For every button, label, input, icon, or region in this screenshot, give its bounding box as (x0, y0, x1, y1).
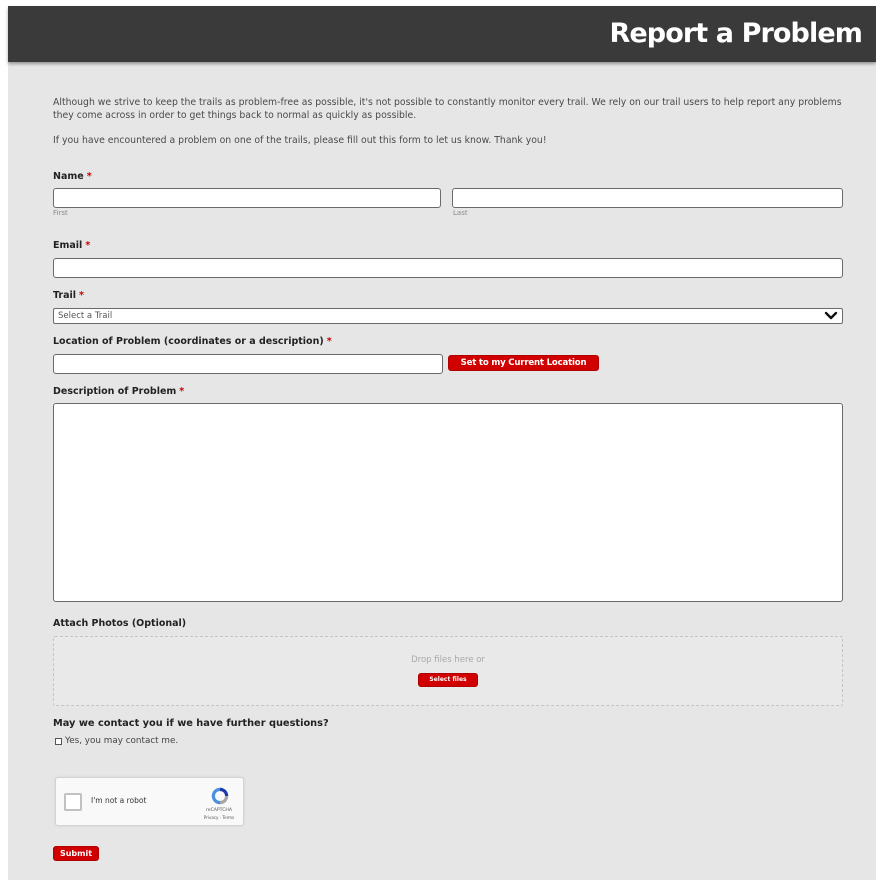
email-label-text: Email (53, 240, 83, 251)
recaptcha-label: I'm not a robot (91, 796, 147, 805)
trail-select[interactable]: Select a Trail (53, 308, 843, 324)
intro-paragraph-1: Although we strive to keep the trails as… (53, 97, 842, 121)
intro-paragraph-2: If you have encountered a problem on one… (53, 135, 547, 146)
email-label: Email * (53, 240, 90, 252)
required-mark: * (179, 386, 185, 397)
page-title: Report a Problem (609, 18, 862, 49)
set-current-location-button[interactable]: Set to my Current Location (448, 355, 599, 371)
recaptcha-brand: reCAPTCHA (205, 808, 233, 813)
location-input[interactable] (53, 354, 443, 374)
contact-checkbox-label: Yes, you may contact me. (65, 736, 179, 746)
name-label-text: Name (53, 171, 84, 182)
required-mark: * (85, 240, 91, 251)
description-label-text: Description of Problem (53, 386, 177, 397)
recaptcha-checkbox[interactable] (64, 793, 82, 811)
contact-question: May we contact you if we have further qu… (53, 718, 329, 729)
trail-label-text: Trail (53, 290, 77, 301)
name-label: Name * (53, 171, 92, 183)
submit-button[interactable]: Submit (53, 846, 99, 861)
select-files-button[interactable]: Select files (418, 673, 478, 687)
recaptcha-privacy-terms-link[interactable]: Privacy - Terms (196, 815, 242, 820)
last-name-input[interactable] (452, 188, 843, 208)
photos-label: Attach Photos (Optional) (53, 618, 187, 629)
location-label: Location of Problem (coordinates or a de… (53, 336, 332, 348)
dropzone-text: Drop files here or (411, 655, 485, 665)
trail-label: Trail * (53, 290, 84, 302)
required-mark: * (326, 336, 332, 347)
email-input[interactable] (53, 258, 843, 278)
header-bar: Report a Problem (8, 6, 876, 62)
recaptcha-widget: I'm not a robot reCAPTCHA Privacy - Term… (55, 777, 244, 826)
required-mark: * (79, 290, 85, 301)
trail-select-value: Select a Trail (58, 311, 113, 321)
description-label: Description of Problem * (53, 386, 184, 398)
recaptcha-logo-icon (211, 787, 229, 805)
description-textarea[interactable] (53, 403, 843, 602)
contact-checkbox[interactable] (55, 737, 62, 745)
last-name-sublabel: Last (453, 209, 468, 217)
required-mark: * (86, 171, 92, 182)
first-name-input[interactable] (53, 188, 441, 208)
first-name-sublabel: First (53, 209, 68, 217)
contact-checkbox-row[interactable]: Yes, you may contact me. (55, 735, 178, 747)
location-label-text: Location of Problem (coordinates or a de… (53, 336, 324, 347)
chevron-down-icon (824, 311, 838, 320)
photo-dropzone[interactable]: Drop files here or (53, 636, 843, 706)
